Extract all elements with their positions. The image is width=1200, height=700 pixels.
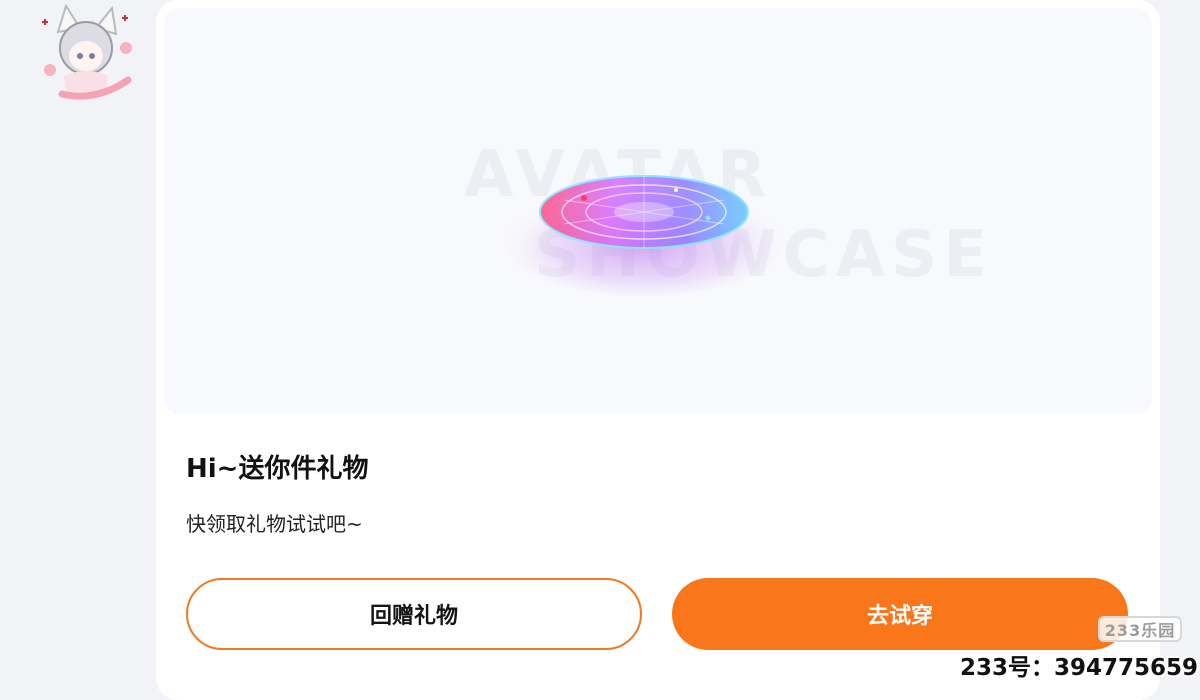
gift-subtitle: 快领取礼物试试吧~ xyxy=(186,512,363,536)
anime-avatar-icon xyxy=(42,3,132,100)
gift-card: AVATAR SHOWCASE xyxy=(156,0,1160,700)
account-id-watermark: 233号：394775659 xyxy=(960,655,1199,681)
try-on-button[interactable]: 去试穿 xyxy=(672,578,1128,650)
platform-watermark-badge: 233乐园 xyxy=(1098,616,1182,642)
magic-circle-platform-icon xyxy=(504,175,784,296)
return-gift-label: 回赠礼物 xyxy=(369,604,458,629)
avatar-preview-area: AVATAR SHOWCASE xyxy=(164,8,1152,414)
return-gift-button[interactable]: 回赠礼物 xyxy=(186,578,642,650)
gift-title: Hi~送你件礼物 xyxy=(186,454,369,484)
try-on-label: 去试穿 xyxy=(866,604,933,629)
user-avatar xyxy=(36,2,140,108)
